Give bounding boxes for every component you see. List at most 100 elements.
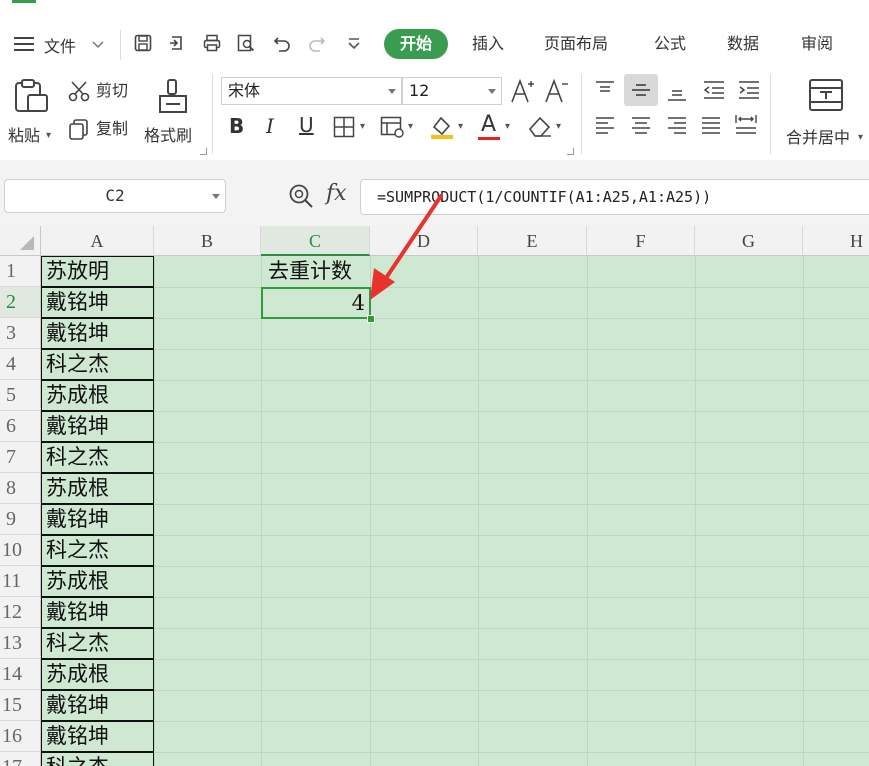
increase-indent-icon[interactable] <box>737 80 761 100</box>
column-header-g[interactable]: G <box>695 226 803 256</box>
align-middle-button[interactable] <box>624 74 658 106</box>
row-header-5[interactable]: 5 <box>0 380 41 411</box>
tab-data[interactable]: 数据 <box>727 33 759 55</box>
borders-icon[interactable] <box>333 116 355 138</box>
italic-button[interactable]: I <box>266 114 274 138</box>
cell-a15[interactable]: 戴铭坤 <box>41 690 154 721</box>
clipboard-launcher-icon[interactable] <box>200 148 207 155</box>
active-cell-c2[interactable]: 4 <box>261 287 371 319</box>
fill-handle[interactable] <box>367 315 375 323</box>
row-header-3[interactable]: 3 <box>0 318 41 349</box>
row-header-7[interactable]: 7 <box>0 442 41 473</box>
font-size-select[interactable]: 12 <box>402 77 502 105</box>
spreadsheet-grid[interactable]: ABCDEFGH 1234567891011121314151617 苏放明戴铭… <box>0 226 869 766</box>
font-color-dropdown-icon[interactable]: ▾ <box>505 121 510 132</box>
row-header-6[interactable]: 6 <box>0 411 41 442</box>
cell-style-dropdown-icon[interactable]: ▾ <box>408 121 413 132</box>
name-box[interactable]: C2 <box>4 179 226 213</box>
paste-button[interactable]: 粘贴 ▾ <box>6 76 56 152</box>
cell-a3[interactable]: 戴铭坤 <box>41 318 154 349</box>
insert-function-button[interactable]: fx <box>326 181 347 206</box>
row-header-2[interactable]: 2 <box>0 287 41 318</box>
print-preview-icon[interactable] <box>237 34 255 52</box>
row-header-12[interactable]: 12 <box>0 597 41 628</box>
tab-review[interactable]: 审阅 <box>801 33 833 55</box>
save-icon[interactable] <box>134 34 152 52</box>
cell-a17[interactable]: 科之杰 <box>41 752 154 766</box>
cell-a7[interactable]: 科之杰 <box>41 442 154 473</box>
redo-icon[interactable] <box>308 34 326 52</box>
underline-button[interactable]: U <box>299 113 314 137</box>
cell-a5[interactable]: 苏成根 <box>41 380 154 411</box>
cell-a14[interactable]: 苏成根 <box>41 659 154 690</box>
file-menu[interactable]: 文件 <box>12 32 110 58</box>
row-header-13[interactable]: 13 <box>0 628 41 659</box>
merge-center-button[interactable]: 合并居中 ▾ <box>784 76 869 152</box>
row-header-11[interactable]: 11 <box>0 566 41 597</box>
format-painter-button[interactable]: 格式刷 <box>144 76 206 152</box>
distributed-align-icon[interactable] <box>734 114 758 136</box>
tab-formulas[interactable]: 公式 <box>654 33 686 55</box>
decrease-font-size-icon[interactable] <box>544 78 570 104</box>
font-name-select[interactable]: 宋体 <box>221 77 402 105</box>
increase-font-size-icon[interactable] <box>510 78 536 104</box>
cell-a13[interactable]: 科之杰 <box>41 628 154 659</box>
column-header-f[interactable]: F <box>587 226 695 256</box>
cell-a10[interactable]: 科之杰 <box>41 535 154 566</box>
cell-style-icon[interactable] <box>380 116 404 138</box>
cell-a16[interactable]: 戴铭坤 <box>41 721 154 752</box>
export-icon[interactable] <box>168 34 186 52</box>
undo-icon[interactable] <box>273 34 291 52</box>
tab-page-layout[interactable]: 页面布局 <box>544 33 608 55</box>
fill-color-icon[interactable] <box>429 114 455 140</box>
copy-button[interactable]: 复制 <box>68 118 138 142</box>
align-left-icon[interactable] <box>594 116 616 136</box>
font-launcher-icon[interactable] <box>567 148 574 155</box>
cell-a8[interactable]: 苏成根 <box>41 473 154 504</box>
cell-a11[interactable]: 苏成根 <box>41 566 154 597</box>
row-header-16[interactable]: 16 <box>0 721 41 752</box>
justify-icon[interactable] <box>700 116 722 136</box>
row-header-8[interactable]: 8 <box>0 473 41 504</box>
cell-a2[interactable]: 戴铭坤 <box>41 287 154 318</box>
select-all-corner[interactable] <box>0 226 41 256</box>
merge-dropdown-icon[interactable]: ▾ <box>858 132 863 143</box>
column-header-d[interactable]: D <box>370 226 478 256</box>
cell-a1[interactable]: 苏放明 <box>41 256 154 287</box>
print-icon[interactable] <box>203 34 221 52</box>
customize-dropdown-icon[interactable] <box>345 34 363 52</box>
row-header-15[interactable]: 15 <box>0 690 41 721</box>
cut-button[interactable]: 剪切 <box>68 80 138 104</box>
cell-a6[interactable]: 戴铭坤 <box>41 411 154 442</box>
column-header-a[interactable]: A <box>41 226 154 256</box>
row-header-10[interactable]: 10 <box>0 535 41 566</box>
align-bottom-icon[interactable] <box>666 82 688 102</box>
formula-input[interactable]: =SUMPRODUCT(1/COUNTIF(A1:A25,A1:A25)) <box>360 179 869 215</box>
column-header-e[interactable]: E <box>478 226 587 256</box>
bold-button[interactable]: B <box>229 114 244 138</box>
eraser-icon[interactable] <box>527 115 553 139</box>
tab-insert[interactable]: 插入 <box>472 33 504 55</box>
cell-a4[interactable]: 科之杰 <box>41 349 154 380</box>
cell-c1[interactable]: 去重计数 <box>268 257 352 286</box>
paste-dropdown-icon[interactable]: ▾ <box>46 130 51 141</box>
align-top-icon[interactable] <box>594 80 616 100</box>
font-color-button[interactable]: A <box>478 112 500 142</box>
row-header-4[interactable]: 4 <box>0 349 41 380</box>
column-header-c[interactable]: C <box>261 226 370 256</box>
row-header-17[interactable]: 17 <box>0 752 41 766</box>
borders-dropdown-icon[interactable]: ▾ <box>360 121 365 132</box>
cell-a12[interactable]: 戴铭坤 <box>41 597 154 628</box>
fill-color-dropdown-icon[interactable]: ▾ <box>458 121 463 132</box>
row-header-9[interactable]: 9 <box>0 504 41 535</box>
cell-a9[interactable]: 戴铭坤 <box>41 504 154 535</box>
decrease-indent-icon[interactable] <box>702 80 726 100</box>
column-header-h[interactable]: H <box>803 226 869 256</box>
align-right-icon[interactable] <box>666 116 688 136</box>
tab-home[interactable]: 开始 <box>384 29 448 59</box>
align-center-icon[interactable] <box>630 116 652 136</box>
row-header-1[interactable]: 1 <box>0 256 41 287</box>
row-header-14[interactable]: 14 <box>0 659 41 690</box>
column-header-b[interactable]: B <box>154 226 261 256</box>
eraser-dropdown-icon[interactable]: ▾ <box>556 121 561 132</box>
